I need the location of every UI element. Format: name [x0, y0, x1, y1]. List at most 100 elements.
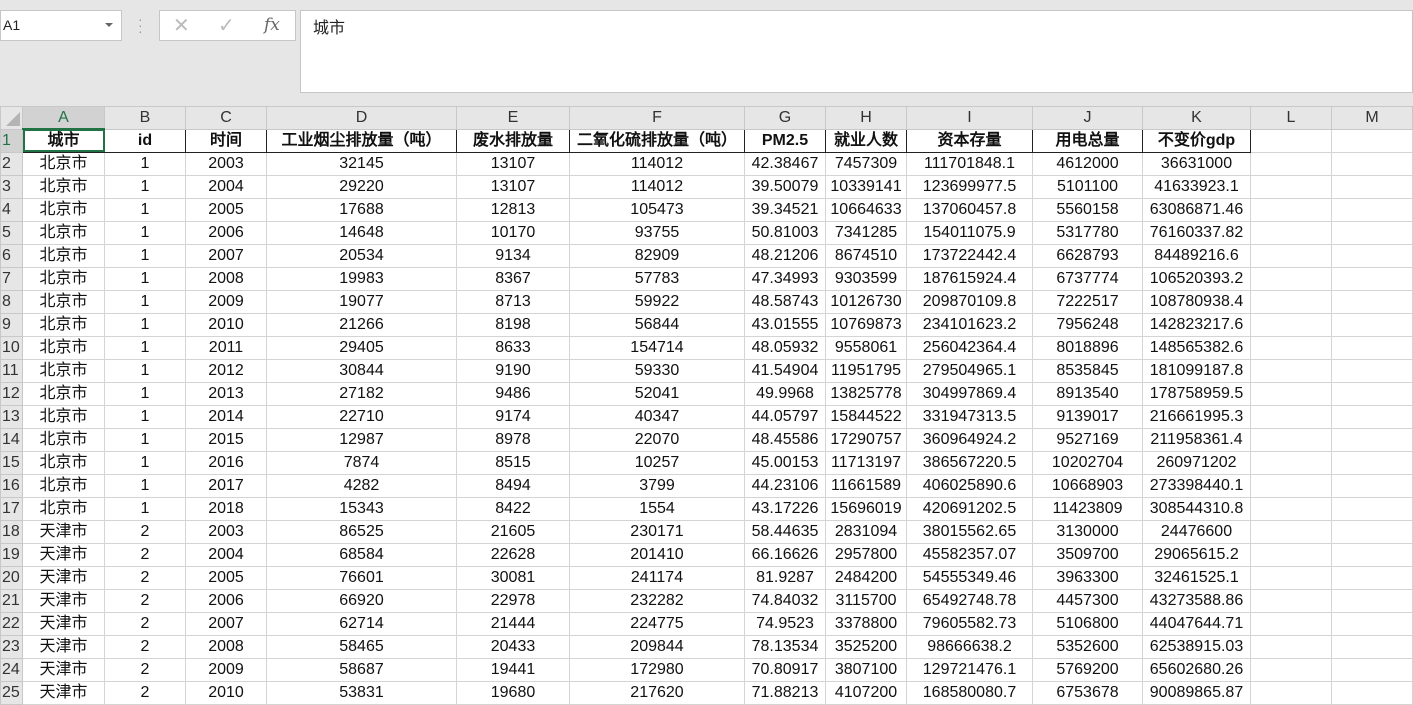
- cell-m18[interactable]: [1331, 519, 1413, 544]
- cell-e11[interactable]: 9190: [456, 358, 570, 383]
- column-header-l[interactable]: L: [1250, 106, 1332, 130]
- cell-i25[interactable]: 168580080.7: [906, 680, 1033, 705]
- row-header-4[interactable]: 4: [0, 197, 23, 222]
- cell-l16[interactable]: [1250, 473, 1332, 498]
- cell-f5[interactable]: 93755: [569, 220, 745, 245]
- cell-d9[interactable]: 21266: [266, 312, 457, 337]
- cell-l1[interactable]: [1250, 128, 1332, 153]
- cell-h3[interactable]: 10339141: [825, 174, 907, 199]
- row-header-8[interactable]: 8: [0, 289, 23, 314]
- cell-l13[interactable]: [1250, 404, 1332, 429]
- cell-g2[interactable]: 42.38467: [744, 151, 826, 176]
- cell-j4[interactable]: 5560158: [1032, 197, 1143, 222]
- cell-i1[interactable]: 资本存量: [906, 128, 1033, 153]
- cell-g3[interactable]: 39.50079: [744, 174, 826, 199]
- cell-m11[interactable]: [1331, 358, 1413, 383]
- row-header-17[interactable]: 17: [0, 496, 23, 521]
- cell-j23[interactable]: 5352600: [1032, 634, 1143, 659]
- cell-l2[interactable]: [1250, 151, 1332, 176]
- row-header-1[interactable]: 1: [0, 128, 23, 153]
- cell-j3[interactable]: 5101100: [1032, 174, 1143, 199]
- cell-i10[interactable]: 256042364.4: [906, 335, 1033, 360]
- cell-e8[interactable]: 8713: [456, 289, 570, 314]
- row-header-2[interactable]: 2: [0, 151, 23, 176]
- cell-i7[interactable]: 187615924.4: [906, 266, 1033, 291]
- cell-f12[interactable]: 52041: [569, 381, 745, 406]
- cell-a10[interactable]: 北京市: [22, 335, 105, 360]
- cell-j16[interactable]: 10668903: [1032, 473, 1143, 498]
- cell-d8[interactable]: 19077: [266, 289, 457, 314]
- column-header-j[interactable]: J: [1032, 106, 1143, 130]
- cell-c11[interactable]: 2012: [185, 358, 267, 383]
- cell-d19[interactable]: 68584: [266, 542, 457, 567]
- cell-l15[interactable]: [1250, 450, 1332, 475]
- cell-d17[interactable]: 15343: [266, 496, 457, 521]
- cell-g17[interactable]: 43.17226: [744, 496, 826, 521]
- cell-i24[interactable]: 129721476.1: [906, 657, 1033, 682]
- cell-a19[interactable]: 天津市: [22, 542, 105, 567]
- cell-b21[interactable]: 2: [104, 588, 186, 613]
- cell-a16[interactable]: 北京市: [22, 473, 105, 498]
- column-header-m[interactable]: M: [1331, 106, 1413, 130]
- cell-j6[interactable]: 6628793: [1032, 243, 1143, 268]
- cell-g16[interactable]: 44.23106: [744, 473, 826, 498]
- cell-e20[interactable]: 30081: [456, 565, 570, 590]
- cell-i8[interactable]: 209870109.8: [906, 289, 1033, 314]
- column-header-g[interactable]: G: [744, 106, 826, 130]
- cell-k25[interactable]: 90089865.87: [1142, 680, 1251, 705]
- cell-e12[interactable]: 9486: [456, 381, 570, 406]
- column-header-f[interactable]: F: [569, 106, 745, 130]
- cell-e19[interactable]: 22628: [456, 542, 570, 567]
- row-header-7[interactable]: 7: [0, 266, 23, 291]
- cell-f7[interactable]: 57783: [569, 266, 745, 291]
- cell-h11[interactable]: 11951795: [825, 358, 907, 383]
- cell-h6[interactable]: 8674510: [825, 243, 907, 268]
- cell-l5[interactable]: [1250, 220, 1332, 245]
- cell-d12[interactable]: 27182: [266, 381, 457, 406]
- cell-k1[interactable]: 不变价gdp: [1142, 128, 1251, 153]
- column-header-a[interactable]: A: [22, 106, 105, 130]
- cell-k14[interactable]: 211958361.4: [1142, 427, 1251, 452]
- cell-d24[interactable]: 58687: [266, 657, 457, 682]
- cell-c7[interactable]: 2008: [185, 266, 267, 291]
- cell-d23[interactable]: 58465: [266, 634, 457, 659]
- cell-b13[interactable]: 1: [104, 404, 186, 429]
- column-header-k[interactable]: K: [1142, 106, 1251, 130]
- cell-d10[interactable]: 29405: [266, 335, 457, 360]
- cell-c20[interactable]: 2005: [185, 565, 267, 590]
- cell-e3[interactable]: 13107: [456, 174, 570, 199]
- cell-d5[interactable]: 14648: [266, 220, 457, 245]
- cell-j15[interactable]: 10202704: [1032, 450, 1143, 475]
- cell-m9[interactable]: [1331, 312, 1413, 337]
- row-header-19[interactable]: 19: [0, 542, 23, 567]
- cell-k13[interactable]: 216661995.3: [1142, 404, 1251, 429]
- cell-c13[interactable]: 2014: [185, 404, 267, 429]
- cell-d16[interactable]: 4282: [266, 473, 457, 498]
- cell-a2[interactable]: 北京市: [22, 151, 105, 176]
- cell-m1[interactable]: [1331, 128, 1413, 153]
- cell-j12[interactable]: 8913540: [1032, 381, 1143, 406]
- cell-c10[interactable]: 2011: [185, 335, 267, 360]
- cell-m5[interactable]: [1331, 220, 1413, 245]
- cell-f17[interactable]: 1554: [569, 496, 745, 521]
- cell-j14[interactable]: 9527169: [1032, 427, 1143, 452]
- cell-e22[interactable]: 21444: [456, 611, 570, 636]
- cell-k22[interactable]: 44047644.71: [1142, 611, 1251, 636]
- column-header-d[interactable]: D: [266, 106, 457, 130]
- cell-g8[interactable]: 48.58743: [744, 289, 826, 314]
- cell-g24[interactable]: 70.80917: [744, 657, 826, 682]
- cell-c22[interactable]: 2007: [185, 611, 267, 636]
- cell-f18[interactable]: 230171: [569, 519, 745, 544]
- cell-b3[interactable]: 1: [104, 174, 186, 199]
- cell-l18[interactable]: [1250, 519, 1332, 544]
- cell-h15[interactable]: 11713197: [825, 450, 907, 475]
- cell-e10[interactable]: 8633: [456, 335, 570, 360]
- drag-handle-icon[interactable]: · · ·: [138, 12, 143, 38]
- cell-g10[interactable]: 48.05932: [744, 335, 826, 360]
- column-header-e[interactable]: E: [456, 106, 570, 130]
- cell-e18[interactable]: 21605: [456, 519, 570, 544]
- cell-a3[interactable]: 北京市: [22, 174, 105, 199]
- cell-j8[interactable]: 7222517: [1032, 289, 1143, 314]
- cell-a25[interactable]: 天津市: [22, 680, 105, 705]
- row-header-16[interactable]: 16: [0, 473, 23, 498]
